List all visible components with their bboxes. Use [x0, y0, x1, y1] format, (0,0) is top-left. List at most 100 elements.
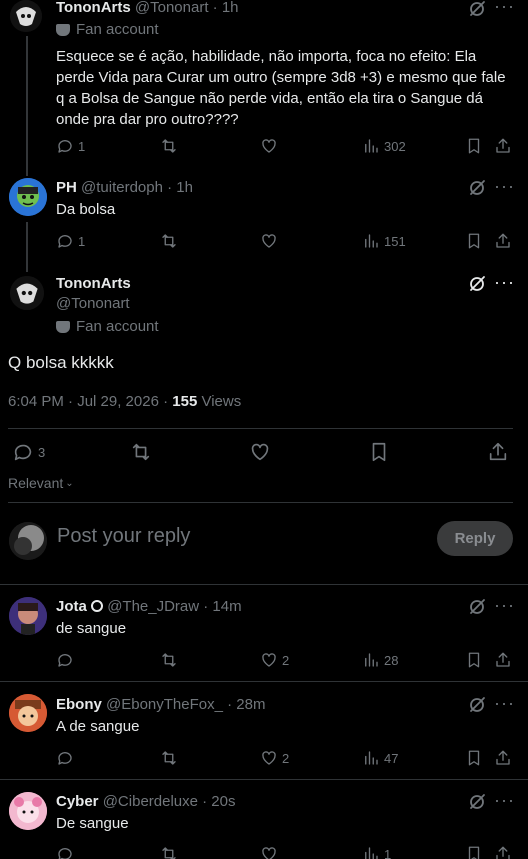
repost-action[interactable]: [160, 845, 178, 859]
more-icon[interactable]: ···: [494, 791, 515, 809]
share-action[interactable]: [494, 651, 512, 669]
grok-icon[interactable]: [467, 792, 487, 812]
author-name[interactable]: Jota: [56, 598, 87, 615]
reply-count: 3: [38, 444, 46, 460]
grok-icon[interactable]: [467, 695, 487, 715]
tweet-text: A de sangue: [56, 718, 140, 735]
author-name[interactable]: TononArts: [56, 275, 131, 292]
fan-label: Fan account: [76, 21, 159, 38]
main-tweet-text: Q bolsa kkkkk: [8, 353, 114, 372]
share-action[interactable]: [494, 845, 512, 859]
tweet-text: Esquece se é ação, habilidade, não impor…: [56, 48, 506, 128]
chevron-down-icon: ⌄: [65, 477, 74, 489]
grok-icon[interactable]: [467, 178, 487, 198]
grok-icon[interactable]: [467, 597, 487, 617]
repost-action[interactable]: [160, 232, 178, 250]
reply-action[interactable]: 1: [56, 232, 85, 250]
author-line: Ebony @EbonyTheFox_ · 28m: [56, 696, 265, 713]
bookmark-action[interactable]: [465, 232, 483, 250]
divider: [0, 584, 528, 585]
reply-action[interactable]: 1: [56, 137, 85, 155]
sort-dropdown[interactable]: Relevant ⌄: [8, 475, 74, 491]
views-action[interactable]: 28: [362, 651, 398, 669]
share-action[interactable]: [494, 749, 512, 767]
avatar[interactable]: [9, 178, 47, 216]
views-count: 47: [384, 750, 399, 766]
repost-action[interactable]: [160, 651, 178, 669]
author-handle[interactable]: @Ciberdeluxe · 20s: [103, 793, 236, 810]
like-count: 2: [282, 750, 290, 766]
author-name[interactable]: Ebony: [56, 696, 102, 713]
repost-action[interactable]: [160, 137, 178, 155]
tweet-time[interactable]: 6:04 PM · Jul 29, 2026 ·: [8, 393, 172, 410]
views-action[interactable]: 1: [362, 845, 391, 859]
like-action[interactable]: [260, 845, 282, 859]
views-count: 28: [384, 652, 399, 668]
author-handle[interactable]: @Tononart: [56, 295, 130, 312]
author-line: Jota @The_JDraw · 14m: [56, 598, 242, 615]
like-action[interactable]: [249, 441, 271, 463]
views-count: 302: [384, 138, 406, 154]
more-icon[interactable]: ···: [494, 273, 515, 291]
reply-count: 1: [78, 138, 86, 154]
avatar[interactable]: [10, 276, 44, 310]
views-count: 155: [172, 393, 198, 410]
like-action[interactable]: 2: [260, 749, 289, 767]
sort-label: Relevant: [8, 475, 64, 491]
author-name[interactable]: TononArts: [56, 0, 131, 16]
avatar[interactable]: [9, 694, 47, 732]
more-icon[interactable]: ···: [494, 596, 515, 614]
grok-icon[interactable]: [467, 0, 487, 19]
reply-action[interactable]: 3: [12, 441, 45, 463]
more-icon[interactable]: ···: [494, 177, 515, 195]
more-icon[interactable]: ···: [494, 694, 515, 712]
tweet-text: Da bolsa: [56, 201, 116, 218]
avatar[interactable]: [10, 0, 42, 32]
bookmark-action[interactable]: [465, 137, 483, 155]
reply-button[interactable]: Reply: [437, 521, 513, 556]
author-name[interactable]: Cyber: [56, 793, 99, 810]
views-action[interactable]: 302: [362, 137, 406, 155]
author-name[interactable]: PH: [56, 179, 77, 196]
divider: [8, 428, 513, 429]
bookmark-action[interactable]: [465, 845, 483, 859]
thread-line: [26, 36, 28, 176]
author-handle[interactable]: @tuiterdoph · 1h: [81, 179, 193, 196]
author-handle[interactable]: @Tononart · 1h: [135, 0, 239, 16]
views-action[interactable]: 151: [362, 232, 406, 250]
bookmark-action[interactable]: [465, 651, 483, 669]
like-action[interactable]: [260, 232, 278, 250]
fan-account-badge: Fan account: [56, 318, 159, 335]
author-handle[interactable]: @The_JDraw · 14m: [107, 598, 241, 615]
divider: [0, 681, 528, 682]
reply-action[interactable]: [56, 749, 74, 767]
fan-account-badge: Fan account: [56, 21, 159, 38]
author-line: TononArts @Tononart · 1h: [56, 0, 239, 16]
author-handle[interactable]: @EbonyTheFox_ · 28m: [106, 696, 265, 713]
avatar[interactable]: [9, 792, 47, 830]
like-count: 2: [282, 652, 290, 668]
reply-action[interactable]: [56, 845, 74, 859]
bookmark-action[interactable]: [368, 441, 390, 463]
avatar[interactable]: [9, 597, 47, 635]
reply-action[interactable]: [56, 651, 74, 669]
reply-input[interactable]: Post your reply: [57, 525, 190, 548]
author-line: Cyber @Ciberdeluxe · 20s: [56, 793, 236, 810]
tweet-meta: 6:04 PM · Jul 29, 2026 · 155 Views: [8, 393, 241, 410]
divider: [8, 502, 513, 503]
avatar: [9, 522, 47, 560]
like-action[interactable]: 2: [260, 651, 289, 669]
share-action[interactable]: [494, 232, 512, 250]
views-label: Views: [197, 393, 242, 410]
author-handle-line: @Tononart: [56, 295, 130, 312]
grok-icon[interactable]: [467, 274, 487, 294]
bookmark-action[interactable]: [465, 749, 483, 767]
share-action[interactable]: [494, 137, 512, 155]
repost-action[interactable]: [130, 441, 152, 463]
repost-action[interactable]: [160, 749, 178, 767]
mask-icon: [56, 23, 70, 36]
more-icon[interactable]: ···: [494, 0, 515, 15]
like-action[interactable]: [260, 137, 278, 155]
views-action[interactable]: 47: [362, 749, 398, 767]
share-action[interactable]: [487, 441, 509, 463]
